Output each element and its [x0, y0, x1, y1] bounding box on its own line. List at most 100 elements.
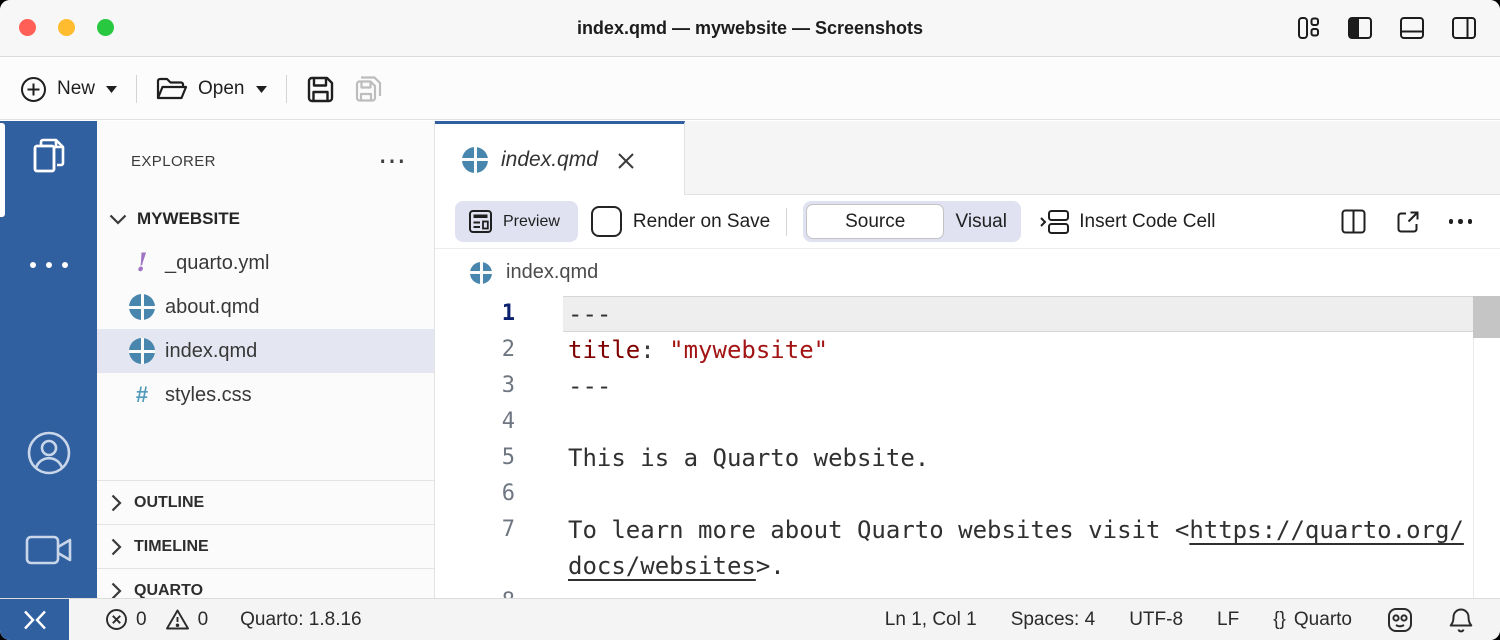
toggle-bottom-panel-icon[interactable]: [1398, 14, 1426, 42]
new-button-label: New: [57, 78, 95, 100]
quarto-file-icon: [462, 147, 488, 173]
file-name: about.qmd: [165, 296, 260, 319]
visual-mode-button[interactable]: Visual: [944, 204, 1018, 239]
breadcrumb-label: index.qmd: [506, 261, 598, 284]
file-name: styles.css: [165, 384, 252, 407]
line-number: 2: [435, 332, 515, 368]
main-area: EXPLORER ⋯ MYWEBSITE ! _quarto.yml about…: [0, 121, 1500, 598]
line-number: 5: [435, 440, 515, 476]
toolbar-divider: [286, 75, 287, 103]
code-line: 6: [435, 476, 1500, 512]
workspace-tree-root[interactable]: MYWEBSITE: [97, 197, 434, 241]
yaml-value: "mywebsite": [669, 336, 828, 364]
insert-code-cell-icon: [1039, 209, 1071, 235]
yaml-colon: :: [640, 336, 669, 364]
section-label: TIMELINE: [134, 538, 209, 556]
editor-group: index.qmd Preview Render on Save: [435, 121, 1500, 598]
open-button[interactable]: Open: [155, 76, 267, 103]
save-button[interactable]: [305, 74, 336, 105]
problems-indicator[interactable]: 0 0: [105, 608, 218, 631]
bell-icon[interactable]: [1448, 606, 1474, 634]
workspace-tree-label: MYWEBSITE: [137, 209, 240, 229]
current-line-highlight: [563, 296, 1473, 332]
braces-icon: {}: [1273, 609, 1286, 631]
activity-bar-more-button[interactable]: [0, 262, 97, 268]
section-quarto[interactable]: QUARTO: [97, 568, 434, 598]
quarto-version[interactable]: Quarto: 1.8.16: [240, 609, 361, 631]
split-editor-icon[interactable]: [1340, 208, 1367, 235]
top-action-bar: New Open: [0, 58, 1500, 120]
render-on-save-checkbox[interactable]: [591, 206, 622, 237]
save-all-icon: [348, 73, 384, 105]
file-row-quarto-yml[interactable]: ! _quarto.yml: [97, 241, 434, 285]
app-window: index.qmd — mywebsite — Screenshots: [0, 0, 1500, 640]
file-row-index-qmd[interactable]: index.qmd: [97, 329, 434, 373]
file-row-about-qmd[interactable]: about.qmd: [97, 285, 434, 329]
account-icon: [25, 429, 73, 477]
code-line: 5 This is a Quarto website.: [435, 440, 1500, 476]
activity-bar: [0, 121, 97, 598]
section-label: QUARTO: [134, 582, 203, 599]
save-all-button[interactable]: [348, 73, 384, 105]
code-link[interactable]: https://quarto.org/: [1189, 516, 1464, 544]
scrollbar-thumb[interactable]: [1473, 296, 1500, 338]
plus-circle-icon: [20, 76, 47, 103]
explorer-sidebar: EXPLORER ⋯ MYWEBSITE ! _quarto.yml about…: [97, 121, 435, 598]
remote-indicator[interactable]: [0, 599, 69, 640]
code-text: ---: [568, 368, 611, 404]
status-bar: 0 0 Quarto: 1.8.16 Ln 1, Col 1 Spaces: 4…: [0, 598, 1500, 640]
cursor-position[interactable]: Ln 1, Col 1: [885, 609, 977, 631]
encoding-setting[interactable]: UTF-8: [1129, 609, 1183, 631]
chevron-right-icon: [111, 582, 122, 599]
new-button[interactable]: New: [20, 76, 118, 103]
toggle-right-sidebar-icon[interactable]: [1450, 14, 1478, 42]
feedback-smiley-icon[interactable]: [1386, 606, 1414, 634]
explorer-more-actions-button[interactable]: ⋯: [378, 154, 408, 168]
folder-open-icon: [155, 76, 188, 103]
code-editor[interactable]: 1 --- 2 title: "mywebsite" 3 --- 4 5: [435, 296, 1500, 598]
explorer-title: EXPLORER: [131, 153, 216, 170]
scrollbar-track[interactable]: [1473, 296, 1500, 598]
toolbar-divider: [136, 75, 137, 103]
video-camera-icon: [24, 530, 74, 570]
more-actions-icon[interactable]: [1449, 219, 1473, 224]
code-text: >.: [756, 552, 785, 580]
close-icon[interactable]: [615, 150, 637, 172]
indentation-setting[interactable]: Spaces: 4: [1011, 609, 1096, 631]
file-name: index.qmd: [165, 340, 257, 363]
code-link[interactable]: docs/websites: [568, 552, 756, 580]
line-number: 1: [435, 296, 515, 332]
section-label: OUTLINE: [134, 494, 204, 512]
eol-setting[interactable]: LF: [1217, 609, 1239, 631]
code-line: 1 ---: [435, 296, 1500, 332]
source-mode-button[interactable]: Source: [806, 204, 944, 239]
warning-icon: [165, 608, 190, 631]
chevron-right-icon: [111, 494, 122, 512]
quarto-file-icon: [129, 294, 155, 320]
section-outline[interactable]: OUTLINE: [97, 480, 434, 524]
code-line: 3 ---: [435, 368, 1500, 404]
line-number: 8: [435, 584, 515, 598]
chevron-down-icon: [255, 85, 268, 94]
preview-button[interactable]: Preview: [455, 201, 578, 242]
file-row-styles-css[interactable]: # styles.css: [97, 373, 434, 417]
tab-index-qmd[interactable]: index.qmd: [435, 121, 685, 195]
toggle-left-sidebar-icon[interactable]: [1346, 14, 1374, 42]
code-line: 4: [435, 404, 1500, 440]
line-number: 4: [435, 404, 515, 440]
section-timeline[interactable]: TIMELINE: [97, 524, 434, 568]
error-icon: [105, 608, 128, 631]
remote-icon: [22, 609, 48, 631]
insert-code-cell-button[interactable]: Insert Code Cell: [1039, 209, 1215, 235]
chevron-down-icon: [109, 214, 127, 225]
customize-layout-icon[interactable]: [1294, 14, 1322, 42]
breadcrumb[interactable]: index.qmd: [435, 249, 1500, 296]
quarto-file-icon: [470, 262, 492, 284]
render-on-save-label: Render on Save: [633, 211, 770, 233]
open-in-new-window-icon[interactable]: [1394, 208, 1422, 236]
language-mode[interactable]: {} Quarto: [1273, 609, 1352, 631]
account-button[interactable]: [0, 429, 97, 477]
video-camera-button[interactable]: [0, 530, 97, 570]
error-count: 0: [136, 609, 147, 631]
sidebar-item-explorer[interactable]: [0, 134, 97, 180]
